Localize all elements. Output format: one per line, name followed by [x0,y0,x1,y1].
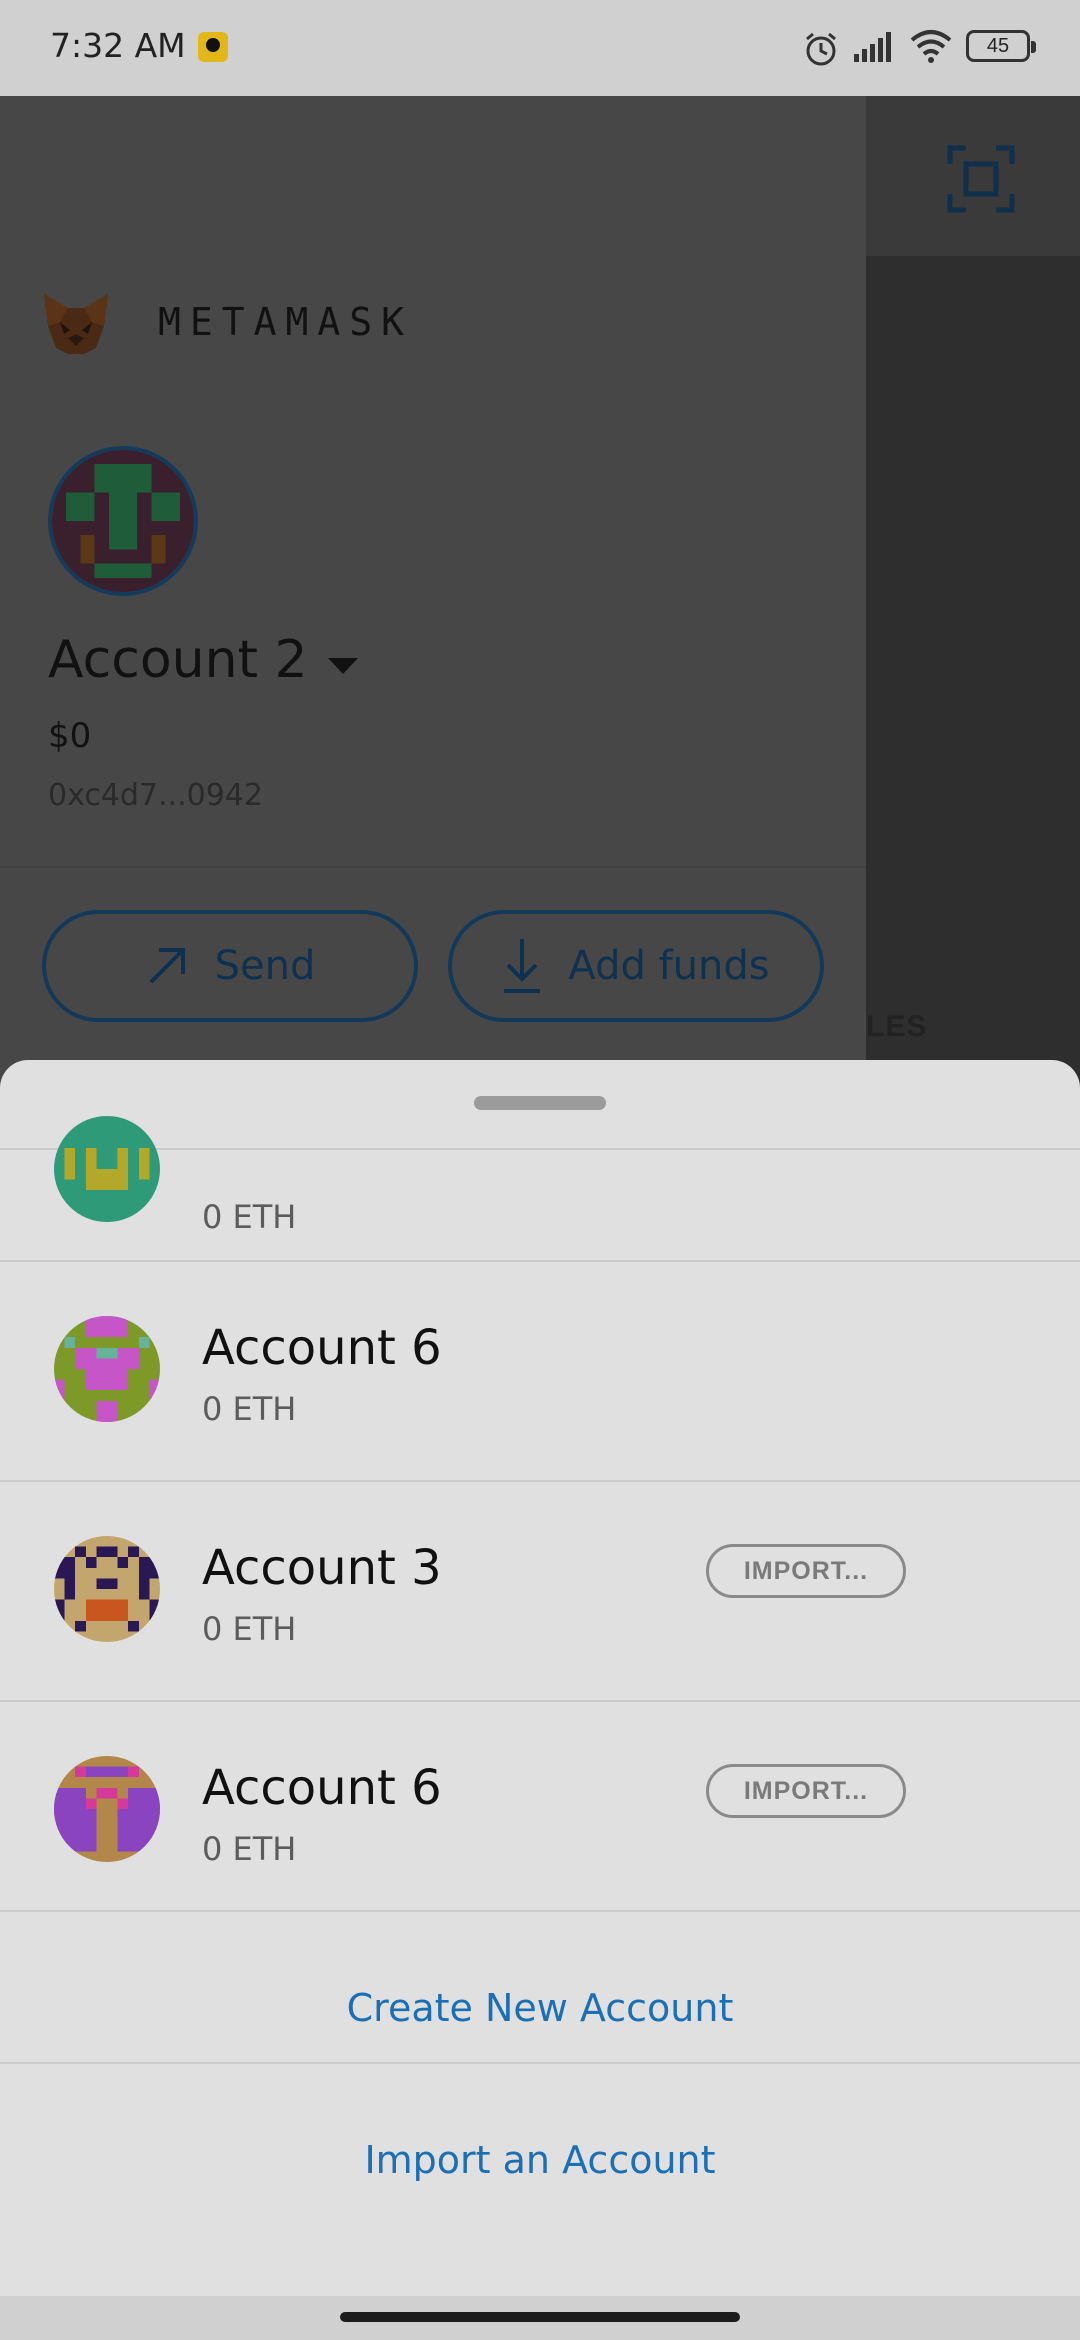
divider [0,866,866,868]
drag-handle[interactable] [474,1096,606,1110]
battery-icon: 45 [966,30,1036,62]
account-row[interactable]: Account 6 0 ETH IMPORT... [0,1702,1080,1912]
metamask-wordmark: METAMASK [158,300,414,344]
account-name[interactable]: Account 2 [48,630,308,690]
imported-badge: IMPORT... [706,1544,906,1598]
create-new-account-button[interactable]: Create New Account [0,1986,1080,2030]
app-notification-icon [198,32,228,62]
account-address[interactable]: 0xc4d7...0942 [48,778,263,813]
metamask-fox-icon [44,294,108,354]
account-avatar [54,1536,160,1642]
send-button[interactable]: Send [42,910,418,1022]
separator [0,2062,1080,2064]
account-row[interactable]: Account 6 0 ETH [0,1262,1080,1480]
account-row[interactable]: Account 3 0 ETH IMPORT... [0,1482,1080,1700]
account-balance: 0 ETH [202,1390,297,1428]
download-icon [504,939,541,993]
home-indicator[interactable] [340,2312,740,2322]
account-name: Account 6 [202,1760,442,1816]
account-name: Account 3 [202,1540,442,1596]
collectibles-tab-partial[interactable]: LES [866,1010,927,1044]
account-avatar[interactable] [48,446,198,596]
caret-down-icon[interactable] [328,658,358,674]
arrow-up-right-icon [149,948,185,984]
imported-badge: IMPORT... [706,1764,906,1818]
alarm-icon [806,32,836,66]
account-balance: 0 ETH [202,1198,297,1236]
scan-qr-icon[interactable] [946,144,1016,214]
account-selector-sheet: 0 ETH Account 6 0 ETH Account 3 0 ETH IM… [0,1060,1080,2296]
send-label: Send [214,943,316,989]
add-funds-button[interactable]: Add funds [448,910,824,1022]
account-avatar [54,1756,160,1862]
account-balance: 0 ETH [202,1830,297,1868]
account-balance: 0 ETH [202,1610,297,1648]
add-funds-label: Add funds [568,943,770,989]
account-name: Account 6 [202,1320,442,1376]
wifi-icon [910,30,952,63]
status-time: 7:32 AM [50,26,186,65]
import-account-button[interactable]: Import an Account [0,2138,1080,2182]
signal-icon [854,32,891,62]
account-avatar [54,1116,160,1222]
account-avatar [54,1316,160,1422]
separator [0,1910,1080,1912]
account-balance: $0 [48,716,92,756]
